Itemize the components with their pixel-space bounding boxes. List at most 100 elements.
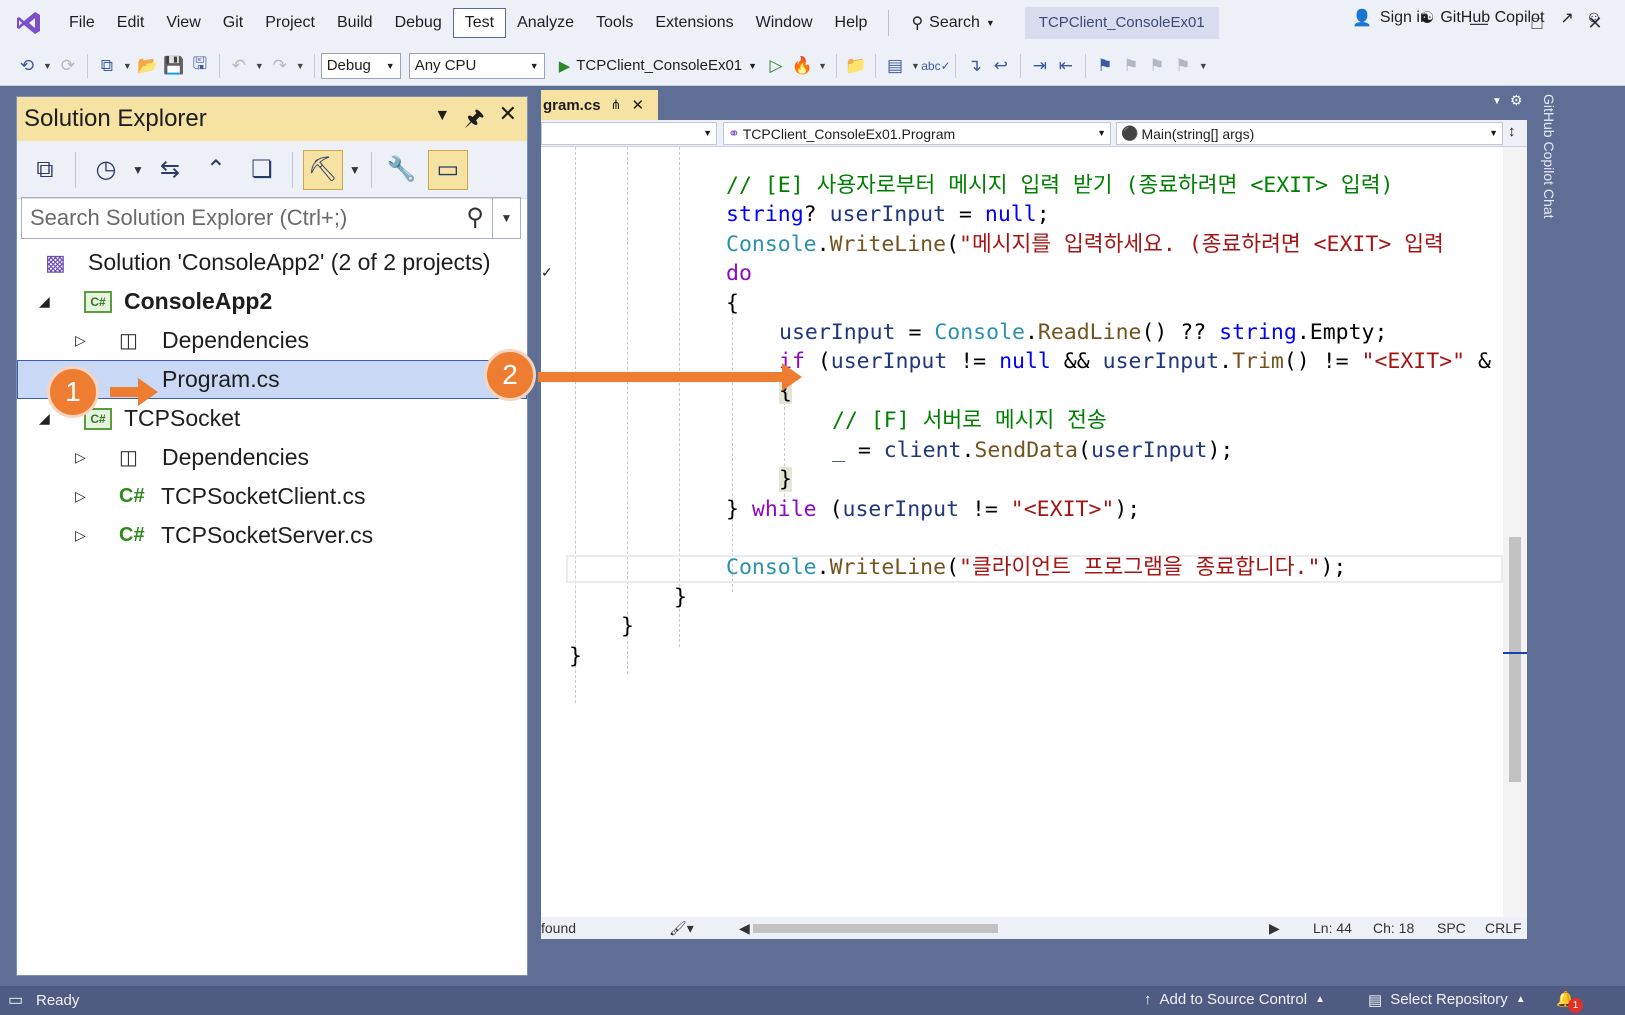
pin-icon[interactable]: 🖈 [464, 101, 484, 139]
select-repository-button[interactable]: ▤ Select Repository ▲ [1368, 991, 1526, 1009]
layout-icon[interactable]: ▤ [882, 53, 908, 79]
collapsed-arrow-icon[interactable]: ▷ [75, 332, 86, 349]
browse-folder-icon[interactable]: 📁 [843, 53, 869, 79]
start-debugging-button[interactable]: ▶ TCPClient_ConsoleEx01 ▼ [559, 57, 757, 75]
search-options-dropdown[interactable]: ▼ [492, 198, 520, 238]
column-indicator[interactable]: Ch: 18 [1373, 920, 1414, 936]
tree-item-dependencies[interactable]: ▷ ◫ Dependencies [17, 321, 527, 360]
switch-views-icon[interactable]: ⧉ [25, 150, 65, 190]
menu-debug[interactable]: Debug [384, 8, 453, 38]
menu-help[interactable]: Help [824, 8, 879, 38]
start-without-debugging-icon[interactable]: ▷ [763, 53, 789, 79]
chevron-down-icon[interactable]: ▼ [123, 61, 132, 71]
close-icon[interactable]: ✕ [499, 101, 517, 139]
pin-tab-icon[interactable]: ⋔ [611, 97, 622, 113]
tree-item-project-consoleapp2[interactable]: ◢ C# ConsoleApp2 [17, 282, 527, 321]
close-tab-icon[interactable]: ✕ [631, 96, 644, 114]
search-button[interactable]: ⚲ Search ▼ [899, 13, 1006, 33]
menu-edit[interactable]: Edit [106, 8, 156, 38]
chevron-down-icon[interactable]: ▼ [255, 61, 264, 71]
collapsed-arrow-icon[interactable]: ▷ [75, 488, 86, 505]
navigate-back-icon[interactable]: ⟲ [14, 53, 40, 79]
undo-icon[interactable]: ↶ [226, 53, 252, 79]
chevron-down-icon[interactable]: ▼ [43, 61, 52, 71]
menu-tools[interactable]: Tools [585, 8, 644, 38]
class-view-icon[interactable]: ⛏ [302, 149, 343, 190]
search-icon[interactable]: ⚲ [466, 203, 484, 232]
save-all-icon[interactable]: 🖫 [187, 53, 213, 79]
sign-in-button[interactable]: 👤 Sign in [1352, 8, 1429, 28]
chevron-down-icon[interactable]: ▼ [296, 61, 305, 71]
collapse-all-icon[interactable]: ⌃ [196, 150, 236, 190]
menu-build[interactable]: Build [326, 8, 384, 38]
scrollbar-thumb[interactable] [1509, 537, 1521, 782]
indent-icon[interactable]: ⇥ [1027, 53, 1053, 79]
previous-bookmark-icon[interactable]: ⚑ [1118, 53, 1144, 79]
menu-window[interactable]: Window [745, 8, 824, 38]
collapsed-arrow-icon[interactable]: ▷ [75, 527, 86, 544]
show-all-files-icon[interactable]: ❏ [242, 150, 282, 190]
member-dropdown[interactable]: ⚫ Main(string[] args) ▼ [1116, 122, 1503, 145]
collapsed-arrow-icon[interactable]: ▷ [75, 449, 86, 466]
menu-git[interactable]: Git [212, 8, 254, 38]
github-copilot-button[interactable]: ☯ GitHub Copilot ↗ ☺ [1420, 8, 1602, 28]
outdent-icon[interactable]: ⇤ [1053, 53, 1079, 79]
tree-item-dependencies[interactable]: ▷ ◫ Dependencies [17, 438, 527, 477]
menu-extensions[interactable]: Extensions [644, 8, 744, 38]
expanded-arrow-icon[interactable]: ◢ [39, 293, 50, 310]
clear-bookmarks-icon[interactable]: ⚑ [1170, 53, 1196, 79]
properties-wrench-icon[interactable]: 🔧 [382, 150, 422, 190]
document-tab[interactable]: gram.cs ⋔ ✕ [541, 90, 658, 120]
chevron-down-icon[interactable]: ▼ [349, 163, 361, 177]
menu-test[interactable]: Test [452, 8, 507, 38]
horizontal-scrollbar-thumb[interactable] [753, 924, 998, 933]
tree-item-solution[interactable]: ▩ Solution 'ConsoleApp2' (2 of 2 project… [17, 243, 527, 282]
scroll-left-icon[interactable]: ◀ [739, 920, 750, 937]
expanded-arrow-icon[interactable]: ◢ [39, 410, 50, 427]
copilot-chat-tab[interactable]: GitHub Copilot Chat [1541, 94, 1557, 219]
hot-reload-icon[interactable]: 🔥 [789, 53, 815, 79]
scroll-right-icon[interactable]: ▶ [1269, 920, 1280, 937]
solution-explorer-search-input[interactable]: Search Solution Explorer (Ctrl+;) ⚲ ▼ [21, 197, 521, 239]
save-icon[interactable]: 💾 [161, 53, 187, 79]
pending-changes-filter-icon[interactable]: ◷ [86, 150, 126, 190]
share-icon[interactable]: ↗ [1560, 8, 1573, 28]
configuration-dropdown[interactable]: Debug ▼ [320, 52, 401, 79]
issues-status[interactable]: found [541, 920, 576, 936]
next-bookmark-icon[interactable]: ⚑ [1144, 53, 1170, 79]
window-options-icon[interactable]: ▼ [434, 101, 450, 139]
project-dropdown[interactable]: ▼ [541, 122, 717, 145]
menu-analyze[interactable]: Analyze [506, 8, 585, 38]
chevron-down-icon[interactable]: ▼ [818, 61, 827, 71]
split-editor-icon[interactable]: ↕ [1508, 123, 1516, 140]
menu-view[interactable]: View [155, 8, 211, 38]
code-cleanup-icon[interactable]: 🖌▾ [669, 920, 694, 937]
platform-dropdown[interactable]: Any CPU ▼ [408, 52, 545, 79]
redo-icon[interactable]: ↷ [267, 53, 293, 79]
tree-item-tcpsocketclient-cs[interactable]: ▷ C# TCPSocketClient.cs [17, 477, 527, 516]
step-over-icon[interactable]: ↩ [988, 53, 1014, 79]
open-folder-icon[interactable]: 📂 [135, 53, 161, 79]
sync-with-document-icon[interactable]: ⇆ [150, 150, 190, 190]
whitespace-indicator[interactable]: SPC [1437, 920, 1466, 936]
notifications-button[interactable]: 🔔 1 [1556, 990, 1583, 1013]
settings-icon[interactable]: ⚙ [1510, 92, 1523, 109]
tree-item-tcpsocketserver-cs[interactable]: ▷ C# TCPSocketServer.cs [17, 516, 527, 555]
spell-check-icon[interactable]: abc✓ [921, 53, 950, 79]
step-into-icon[interactable]: ↴ [962, 53, 988, 79]
add-to-source-control-button[interactable]: ↑ Add to Source Control ▲ [1144, 991, 1325, 1009]
class-dropdown[interactable]: ⚭ TCPClient_ConsoleEx01.Program ▼ [723, 122, 1111, 145]
chevron-down-icon[interactable]: ▼ [911, 61, 920, 71]
bookmark-icon[interactable]: ⚑ [1092, 53, 1118, 79]
chevron-down-icon[interactable]: ▼ [132, 163, 144, 177]
toolbar-overflow-icon[interactable]: ▼ [1199, 61, 1208, 71]
line-number-indicator[interactable]: Ln: 44 [1313, 920, 1352, 936]
menu-project[interactable]: Project [254, 8, 326, 38]
vertical-scrollbar[interactable] [1503, 147, 1527, 917]
preview-selected-items-icon[interactable]: ▭ [427, 149, 468, 190]
line-ending-indicator[interactable]: CRLF [1485, 920, 1522, 936]
feedback-icon[interactable]: ☺ [1586, 9, 1602, 27]
new-project-icon[interactable]: ⧉ [94, 53, 120, 79]
menu-file[interactable]: File [58, 8, 106, 38]
tab-list-dropdown-icon[interactable]: ▼ [1492, 96, 1502, 107]
